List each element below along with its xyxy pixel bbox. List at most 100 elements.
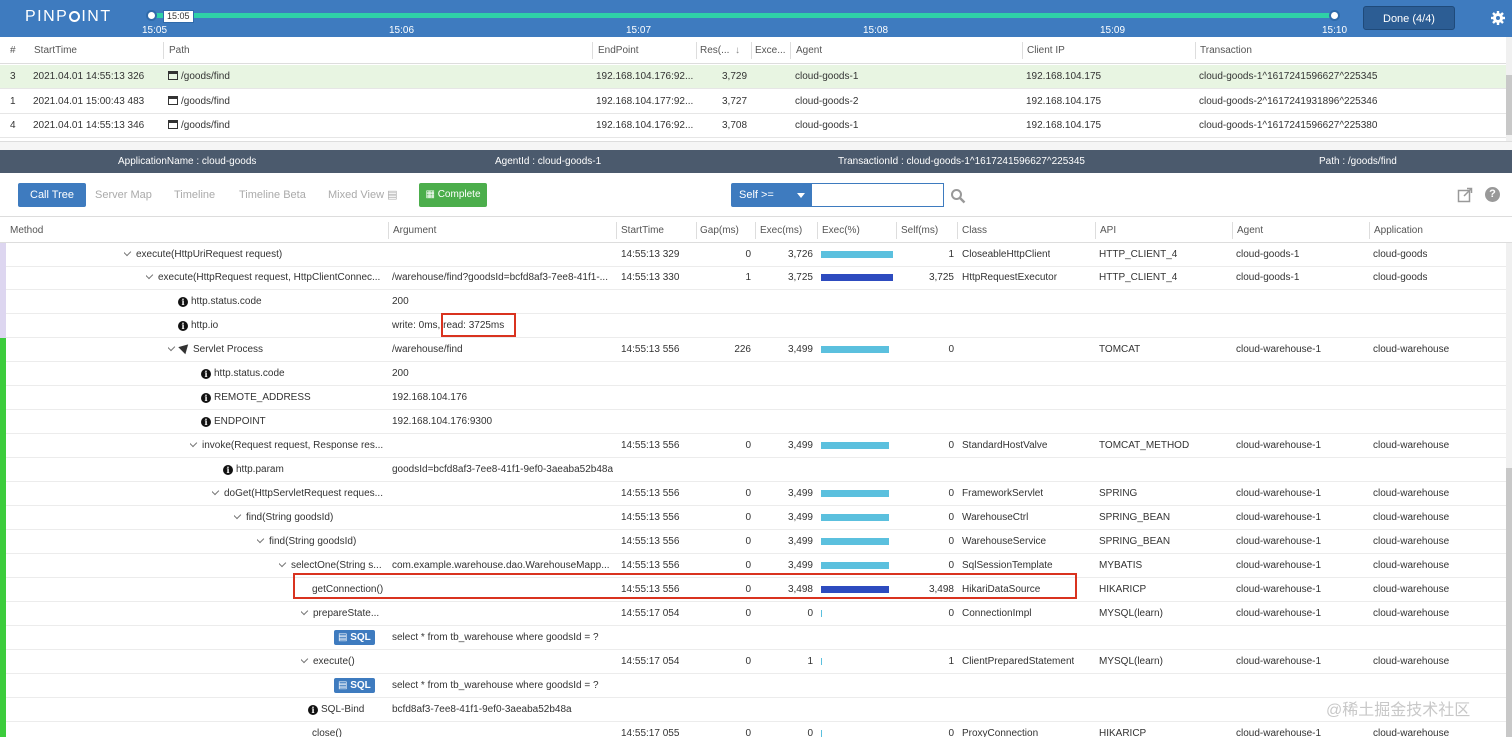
call-tree-row[interactable]: invoke(Request request, Response res... 1… xyxy=(0,434,1506,458)
chevron-down-icon[interactable] xyxy=(146,270,154,280)
tab-server-map[interactable]: Server Map xyxy=(83,183,164,207)
gap-cell xyxy=(700,458,751,482)
col-header[interactable]: Path xyxy=(169,37,190,64)
agent-cell: cloud-warehouse-1 xyxy=(1236,440,1322,451)
method-cell: ▤ SQL xyxy=(334,674,375,698)
transaction-row[interactable]: 3 2021.04.01 14:55:13 326 /goods/find 19… xyxy=(0,65,1506,89)
col-header[interactable]: Exec(%) xyxy=(822,217,860,244)
exec-cell xyxy=(760,626,813,650)
row-gutter xyxy=(0,650,6,674)
self-filter-select[interactable]: Self >= xyxy=(731,183,811,207)
call-tree-row[interactable]: close() 14:55:17 055 0 0 0 ProxyConnection HIK… xyxy=(0,722,1506,737)
row-gutter xyxy=(0,266,6,290)
col-header[interactable]: Exec(ms) xyxy=(760,217,802,244)
call-tree-row[interactable]: i http.io write: 0ms, read: 3725ms xyxy=(0,314,1506,338)
col-header[interactable]: StartTime xyxy=(34,37,77,64)
pinpoint-logo[interactable]: PINP INT xyxy=(25,8,112,26)
col-header[interactable]: Agent xyxy=(1237,217,1263,244)
exec-percent-bar xyxy=(821,658,822,665)
done-button[interactable]: Done (4/4) xyxy=(1363,6,1455,30)
panel-splitter[interactable] xyxy=(0,141,1512,150)
col-header[interactable]: # xyxy=(10,37,16,64)
chevron-down-icon[interactable] xyxy=(301,654,309,664)
api-cell: SPRING_BEAN xyxy=(1099,536,1171,547)
col-header[interactable]: Application xyxy=(1374,217,1423,244)
call-tree-row[interactable]: execute(HttpUriRequest request) 14:55:13 … xyxy=(0,243,1506,267)
call-tree-row[interactable]: execute() 14:55:17 054 0 1 1 ClientPreparedSt… xyxy=(0,650,1506,674)
info-icon: i xyxy=(223,465,233,475)
scroll-thumb[interactable] xyxy=(1506,468,1512,737)
call-tree-header: Method Argument StartTime Gap(ms) Exec(m… xyxy=(0,216,1512,243)
col-header[interactable]: Res(... xyxy=(700,37,729,64)
call-tree-row[interactable]: i REMOTE_ADDRESS 192.168.104.176 xyxy=(0,386,1506,410)
call-tree-row[interactable]: Servlet Process/warehouse/find 14:55:13 5… xyxy=(0,338,1506,362)
argument-cell: /warehouse/find xyxy=(392,344,463,355)
call-tree-row[interactable]: prepareState... 14:55:17 054 0 0 0 Connection… xyxy=(0,602,1506,626)
chevron-down-icon[interactable] xyxy=(279,558,287,568)
method-cell: i http.param xyxy=(223,458,284,482)
sort-desc-icon[interactable]: ↓ xyxy=(735,37,740,64)
tab-timeline-beta[interactable]: Timeline Beta xyxy=(227,183,318,207)
col-header[interactable]: Method xyxy=(10,217,43,244)
col-header[interactable]: Transaction xyxy=(1200,37,1252,64)
gear-icon[interactable] xyxy=(1490,10,1506,26)
exec-percent-bar xyxy=(821,346,889,353)
time-tick: 15:08 xyxy=(863,25,889,36)
call-tree-scrollbar[interactable] xyxy=(1506,243,1512,737)
call-tree-row[interactable]: find(String goodsId) 14:55:13 556 0 3,499 0 W… xyxy=(0,506,1506,530)
application-cell: cloud-goods xyxy=(1373,272,1428,283)
col-header[interactable]: Class xyxy=(962,217,987,244)
call-tree-row[interactable]: doGet(HttpServletRequest reques... 14:55:… xyxy=(0,482,1506,506)
application-cell: cloud-warehouse xyxy=(1373,560,1450,571)
call-tree-row[interactable]: find(String goodsId) 14:55:13 556 0 3,499 0 W… xyxy=(0,530,1506,554)
call-tree-row[interactable]: i http.param goodsId=bcfd8af3-7ee8-41f1-9e… xyxy=(0,458,1506,482)
chevron-down-icon[interactable] xyxy=(212,486,220,496)
gap-cell xyxy=(700,410,751,434)
chevron-down-icon[interactable] xyxy=(168,342,176,352)
call-tree-table: Method Argument StartTime Gap(ms) Exec(m… xyxy=(0,216,1512,737)
tab-timeline[interactable]: Timeline xyxy=(162,183,227,207)
application-cell: cloud-warehouse xyxy=(1373,584,1450,595)
transaction-list-scrollbar[interactable] xyxy=(1506,37,1512,141)
chevron-down-icon[interactable] xyxy=(124,247,132,257)
transaction-row[interactable]: 4 2021.04.01 14:55:13 346 /goods/find 19… xyxy=(0,114,1506,138)
call-tree-row[interactable]: ▤ SQL select * from tb_warehouse where go… xyxy=(0,674,1506,698)
agent-id: AgentId : cloud-goods-1 xyxy=(495,156,602,167)
transaction-row[interactable]: 1 2021.04.01 15:00:43 483 /goods/find 19… xyxy=(0,90,1506,114)
col-header[interactable]: Argument xyxy=(393,217,436,244)
chevron-down-icon[interactable] xyxy=(234,510,242,520)
complete-button[interactable]: ▦ Complete xyxy=(419,183,487,207)
call-tree-row[interactable]: ▤ SQL select * from tb_warehouse where go… xyxy=(0,626,1506,650)
col-header[interactable]: API xyxy=(1100,217,1116,244)
col-header[interactable]: Self(ms) xyxy=(901,217,938,244)
tab-call-tree[interactable]: Call Tree xyxy=(18,183,87,207)
chevron-down-icon[interactable] xyxy=(190,438,198,448)
range-start-handle[interactable] xyxy=(146,10,157,21)
search-icon[interactable] xyxy=(950,188,966,204)
range-end-handle[interactable] xyxy=(1329,10,1340,21)
help-icon[interactable]: ? xyxy=(1485,187,1500,202)
chevron-down-icon[interactable] xyxy=(301,606,309,616)
col-header[interactable]: EndPoint xyxy=(598,37,639,64)
time-range-track[interactable] xyxy=(152,13,1336,18)
call-tree-row[interactable]: i ENDPOINT 192.168.104.176:9300 xyxy=(0,410,1506,434)
call-tree-row[interactable]: i SQL-Bind bcfd8af3-7ee8-41f1-9ef0-3aeaba5… xyxy=(0,698,1506,722)
tab-mixed-view[interactable]: Mixed View ▤ xyxy=(316,183,410,207)
col-header[interactable]: Exce... xyxy=(755,37,786,64)
call-tree-row[interactable]: i http.status.code 200 xyxy=(0,362,1506,386)
self-filter-input[interactable] xyxy=(811,183,944,207)
open-in-window-icon[interactable] xyxy=(1457,187,1473,203)
col-header[interactable]: Agent xyxy=(796,37,822,64)
application-cell: cloud-warehouse xyxy=(1373,608,1450,619)
starttime-cell: 14:55:13 556 xyxy=(621,488,680,499)
col-header[interactable]: StartTime xyxy=(621,217,664,244)
col-header[interactable]: Client IP xyxy=(1027,37,1065,64)
chevron-down-icon[interactable] xyxy=(257,534,265,544)
call-tree-row[interactable]: execute(HttpRequest request, HttpClientC… xyxy=(0,266,1506,290)
scroll-thumb[interactable] xyxy=(1506,75,1512,135)
time-tick: 15:07 xyxy=(626,25,652,36)
method-cell: i http.io xyxy=(178,314,218,338)
call-tree-row[interactable]: i http.status.code 200 xyxy=(0,290,1506,314)
chevron-down-icon xyxy=(797,193,805,198)
col-header[interactable]: Gap(ms) xyxy=(700,217,739,244)
